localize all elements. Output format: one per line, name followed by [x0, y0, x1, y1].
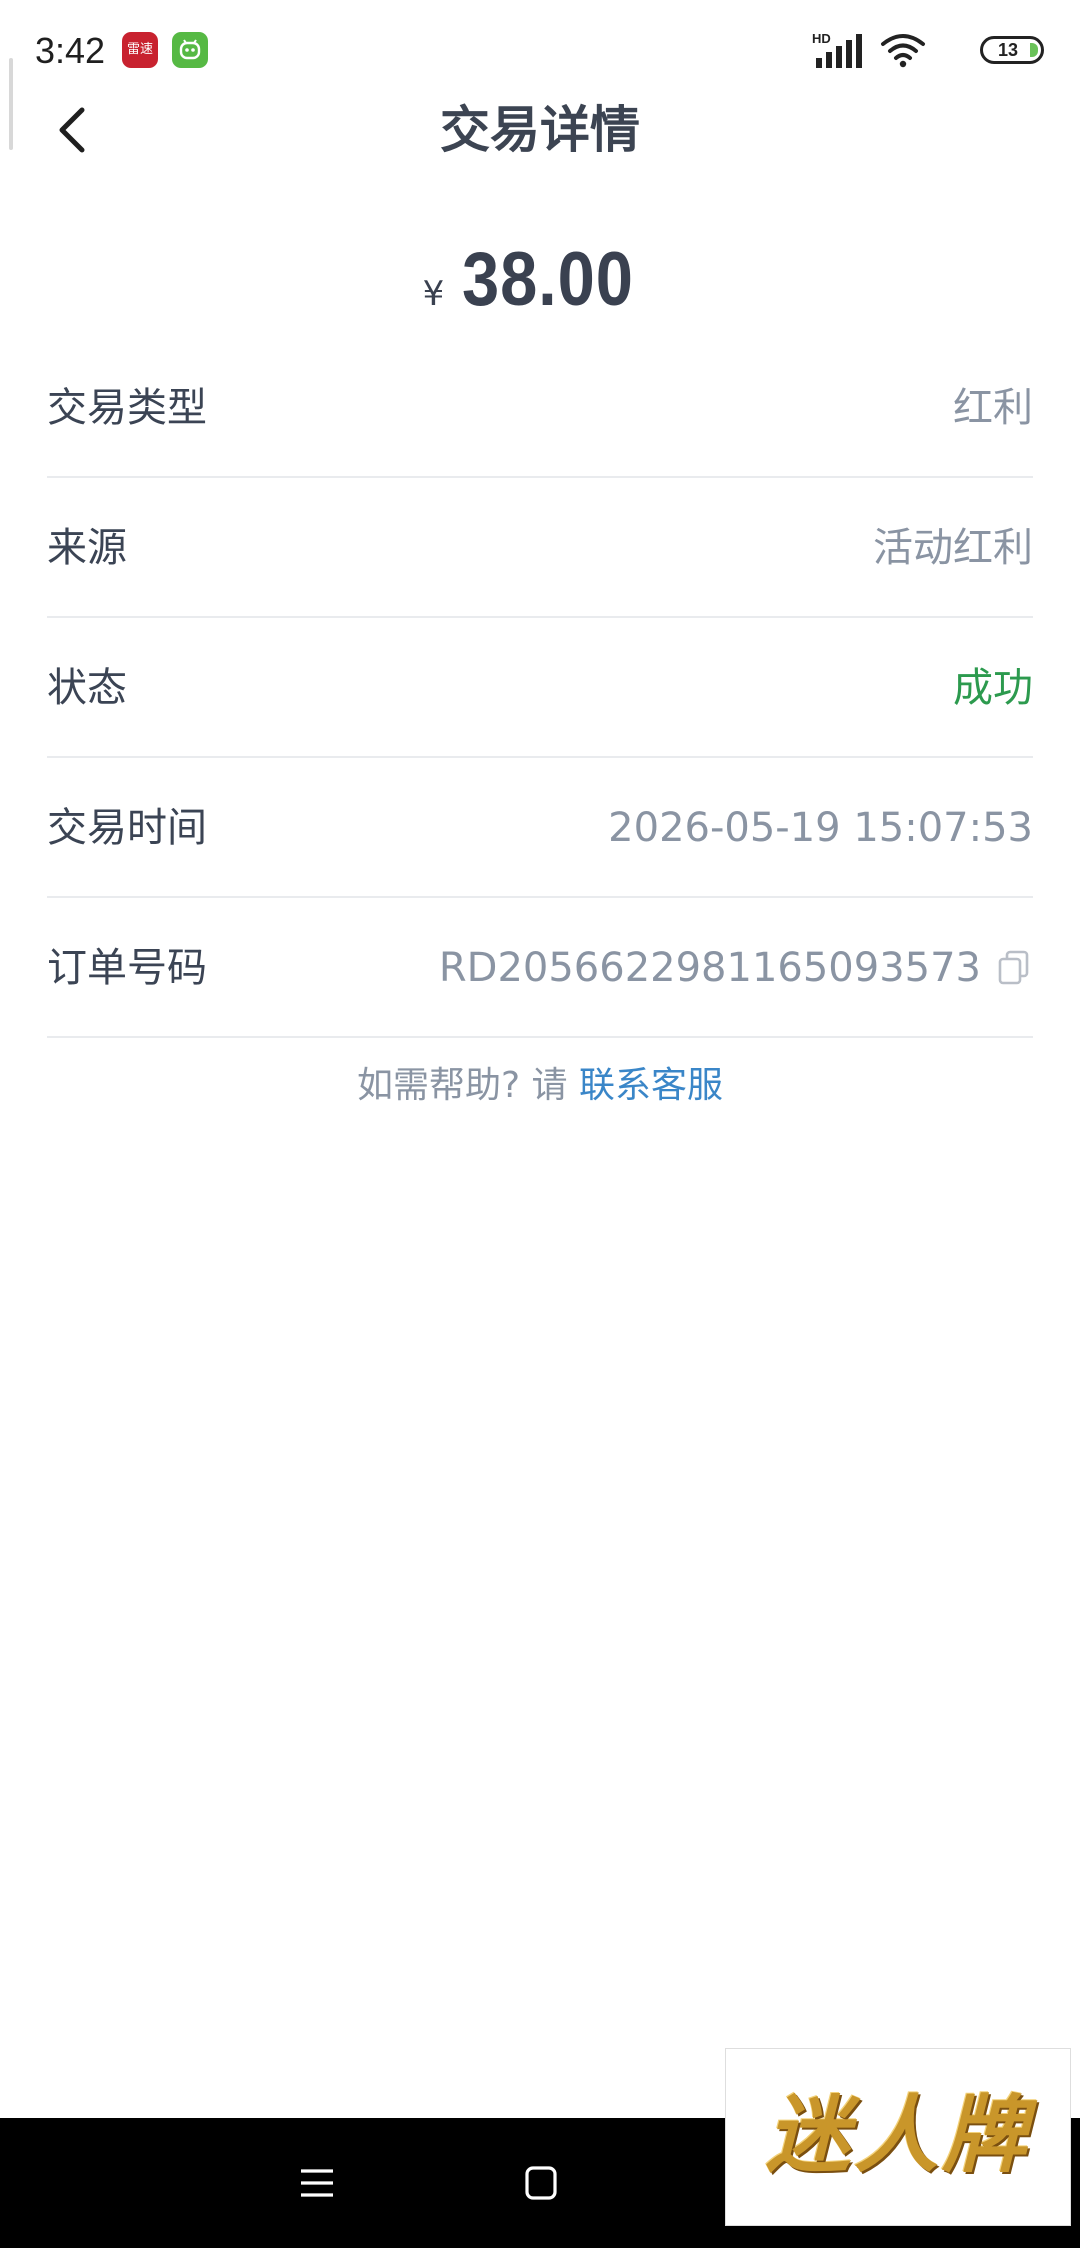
- battery-fill: [1030, 43, 1038, 57]
- detail-row-order: 订单号码 RD2056622981165093573: [47, 898, 1033, 1038]
- home-square-icon: [525, 2166, 557, 2200]
- detail-value: 2026-05-19 15:07:53: [608, 805, 1033, 851]
- watermark-text: 迷人牌: [765, 2085, 1030, 2184]
- status-time: 3:42: [35, 30, 106, 71]
- amount-value: 38.00: [462, 237, 634, 322]
- page-title: 交易详情: [440, 101, 640, 159]
- battery-level: 13: [997, 40, 1019, 60]
- detail-label: 来源: [47, 525, 127, 571]
- menu-button[interactable]: [298, 2164, 336, 2206]
- android-app-icon: [172, 32, 208, 68]
- battery-icon: 13: [980, 36, 1044, 64]
- amount-display: ¥38.00: [0, 236, 1080, 336]
- detail-label: 交易类型: [47, 385, 207, 431]
- detail-row-time: 交易时间 2026-05-19 15:07:53: [47, 758, 1033, 898]
- network-label: HD: [812, 31, 831, 46]
- watermark-logo: 迷人牌: [725, 2048, 1071, 2226]
- help-prefix: 如需帮助? 请: [356, 1065, 579, 1106]
- wifi-icon: [880, 32, 926, 72]
- help-text: 如需帮助? 请 联系客服: [0, 1058, 1080, 1114]
- detail-label: 订单号码: [47, 945, 207, 991]
- detail-label: 交易时间: [47, 805, 207, 851]
- signal-icon: HD: [812, 30, 864, 74]
- detail-row-type: 交易类型 红利: [47, 338, 1033, 478]
- detail-row-source: 来源 活动红利: [47, 478, 1033, 618]
- status-bar: 3:42 雷速 HD 13: [0, 0, 1080, 100]
- currency-symbol: ¥: [422, 274, 445, 314]
- menu-icon: [301, 2169, 333, 2197]
- status-indicators: HD 13: [784, 30, 1044, 70]
- status-value: 成功: [953, 665, 1033, 711]
- app-notification-icon: 雷速: [122, 32, 158, 68]
- order-number: RD2056622981165093573: [438, 945, 981, 991]
- detail-row-status: 状态 成功: [47, 618, 1033, 758]
- copy-icon[interactable]: [997, 950, 1031, 986]
- header: 交易详情: [0, 88, 1080, 172]
- detail-value: 活动红利: [873, 525, 1033, 571]
- contact-support-link[interactable]: 联系客服: [579, 1065, 723, 1106]
- screen: { "status_bar": { "time": "3:42", "app_b…: [0, 0, 1080, 2248]
- detail-list: 交易类型 红利 来源 活动红利 状态 成功 交易时间 2026-05-19 15…: [47, 338, 1033, 1038]
- detail-value: 红利: [953, 385, 1033, 431]
- home-button[interactable]: [524, 2164, 558, 2206]
- detail-label: 状态: [47, 665, 127, 711]
